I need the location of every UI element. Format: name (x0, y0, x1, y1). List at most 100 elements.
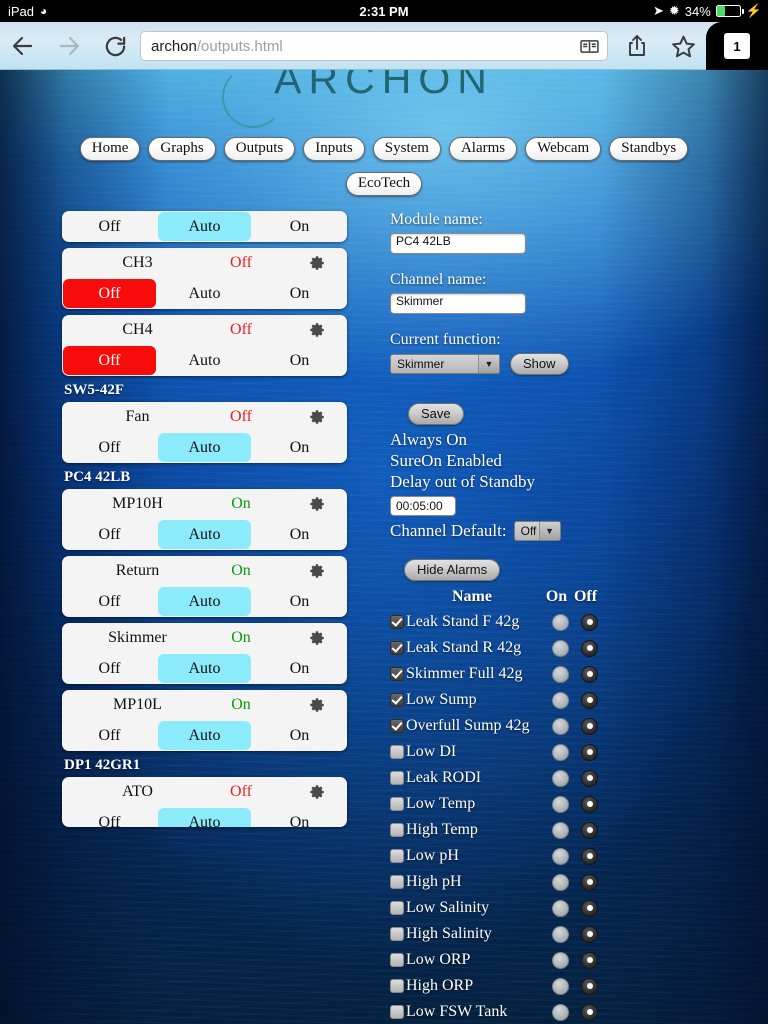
address-bar[interactable]: archon/outputs.html (140, 31, 608, 61)
channel-mode-on[interactable]: On (253, 433, 346, 462)
channel-mode-off[interactable]: Off (63, 212, 156, 241)
alarm-radio-off[interactable] (581, 795, 598, 813)
gear-icon[interactable] (287, 784, 347, 800)
channel-name-input[interactable]: Skimmer (390, 293, 526, 314)
alarm-enable-checkbox[interactable] (390, 771, 404, 785)
alarm-enable-checkbox[interactable] (390, 927, 404, 941)
channel-mode-off[interactable]: Off (63, 587, 156, 616)
channel-mode-on[interactable]: On (253, 721, 346, 750)
alarm-enable-checkbox[interactable] (390, 901, 404, 915)
alarm-radio-on[interactable] (552, 665, 569, 683)
gear-icon[interactable] (287, 697, 347, 713)
gear-icon[interactable] (287, 322, 347, 338)
alarm-enable-checkbox[interactable] (390, 797, 404, 811)
alarm-radio-on[interactable] (552, 639, 569, 657)
alarm-radio-off[interactable] (581, 1003, 598, 1021)
channel-default-select[interactable]: Off ▼ (513, 520, 561, 541)
channel-mode-on[interactable]: On (253, 212, 346, 241)
channel-mode-auto[interactable]: Auto (158, 520, 251, 549)
channel-mode-on[interactable]: On (253, 587, 346, 616)
alarm-enable-checkbox[interactable] (390, 849, 404, 863)
alarm-radio-on[interactable] (552, 977, 569, 995)
channel-mode-on[interactable]: On (253, 346, 346, 375)
alarm-radio-off[interactable] (581, 899, 598, 917)
channel-mode-off[interactable]: Off (63, 433, 156, 462)
alarm-enable-checkbox[interactable] (390, 1005, 404, 1019)
tab-overview-button[interactable]: 1 (706, 22, 768, 70)
nav-item-graphs[interactable]: Graphs (148, 137, 216, 161)
channel-mode-on[interactable]: On (253, 279, 346, 308)
channel-mode-off[interactable]: Off (63, 520, 156, 549)
gear-icon[interactable] (287, 563, 347, 579)
alarm-radio-on[interactable] (552, 691, 569, 709)
hide-alarms-button[interactable]: Hide Alarms (404, 559, 501, 581)
channel-mode-auto[interactable]: Auto (158, 433, 251, 462)
nav-item-home[interactable]: Home (79, 137, 141, 161)
forward-arrow-icon[interactable] (46, 23, 92, 69)
module-name-input[interactable]: PC4 42LB (390, 233, 526, 254)
gear-icon[interactable] (287, 409, 347, 425)
channel-mode-auto[interactable]: Auto (158, 212, 251, 241)
alarm-radio-on[interactable] (552, 769, 569, 787)
alarm-radio-on[interactable] (552, 717, 569, 735)
alarm-radio-on[interactable] (552, 873, 569, 891)
reader-view-icon[interactable] (580, 39, 599, 54)
alarm-radio-on[interactable] (552, 743, 569, 761)
alarm-radio-off[interactable] (581, 769, 598, 787)
alarm-radio-off[interactable] (581, 951, 598, 969)
alarm-radio-on[interactable] (552, 925, 569, 943)
alarm-radio-off[interactable] (581, 665, 598, 683)
channel-mode-off[interactable]: Off (63, 808, 156, 828)
nav-item-webcam[interactable]: Webcam (525, 137, 602, 161)
alarm-radio-on[interactable] (552, 847, 569, 865)
back-arrow-icon[interactable] (0, 23, 46, 69)
gear-icon[interactable] (287, 630, 347, 646)
channel-mode-off[interactable]: Off (63, 721, 156, 750)
channel-mode-auto[interactable]: Auto (158, 346, 251, 375)
nav-item-system[interactable]: System (372, 137, 441, 161)
alarm-radio-on[interactable] (552, 899, 569, 917)
alarm-enable-checkbox[interactable] (390, 875, 404, 889)
delay-time-input[interactable]: 00:05:00 (390, 496, 456, 516)
alarm-enable-checkbox[interactable] (390, 693, 404, 707)
channel-mode-auto[interactable]: Auto (158, 654, 251, 683)
channel-mode-off[interactable]: Off (63, 654, 156, 683)
channel-mode-auto[interactable]: Auto (158, 808, 251, 827)
alarm-radio-off[interactable] (581, 873, 598, 891)
alarm-enable-checkbox[interactable] (390, 719, 404, 733)
gear-icon[interactable] (287, 255, 347, 271)
alarm-radio-off[interactable] (581, 613, 598, 631)
alarm-radio-off[interactable] (581, 639, 598, 657)
gear-icon[interactable] (287, 496, 347, 512)
save-button[interactable]: Save (408, 403, 464, 425)
nav-item-outputs[interactable]: Outputs (223, 137, 296, 161)
channel-mode-auto[interactable]: Auto (158, 279, 251, 308)
bookmark-star-icon[interactable] (660, 23, 706, 69)
channel-mode-off[interactable]: Off (63, 346, 156, 375)
alarm-enable-checkbox[interactable] (390, 823, 404, 837)
channel-mode-auto[interactable]: Auto (158, 721, 251, 750)
show-button[interactable]: Show (510, 353, 569, 375)
reload-icon[interactable] (92, 23, 138, 69)
channel-mode-off[interactable]: Off (63, 279, 156, 308)
nav-item-inputs[interactable]: Inputs (303, 137, 365, 161)
alarm-radio-on[interactable] (552, 821, 569, 839)
alarm-radio-on[interactable] (552, 795, 569, 813)
channel-mode-on[interactable]: On (253, 520, 346, 549)
alarm-enable-checkbox[interactable] (390, 641, 404, 655)
alarm-radio-off[interactable] (581, 691, 598, 709)
alarm-enable-checkbox[interactable] (390, 615, 404, 629)
share-icon[interactable] (614, 23, 660, 69)
channel-mode-on[interactable]: On (253, 808, 346, 828)
alarm-radio-off[interactable] (581, 821, 598, 839)
alarm-radio-off[interactable] (581, 925, 598, 943)
alarm-enable-checkbox[interactable] (390, 745, 404, 759)
nav-item-ecotech[interactable]: EcoTech (345, 172, 423, 196)
channel-mode-auto[interactable]: Auto (158, 587, 251, 616)
alarm-radio-on[interactable] (552, 1003, 569, 1021)
alarm-radio-off[interactable] (581, 977, 598, 995)
alarm-enable-checkbox[interactable] (390, 979, 404, 993)
alarm-radio-on[interactable] (552, 951, 569, 969)
nav-item-alarms[interactable]: Alarms (448, 137, 518, 161)
alarm-enable-checkbox[interactable] (390, 953, 404, 967)
